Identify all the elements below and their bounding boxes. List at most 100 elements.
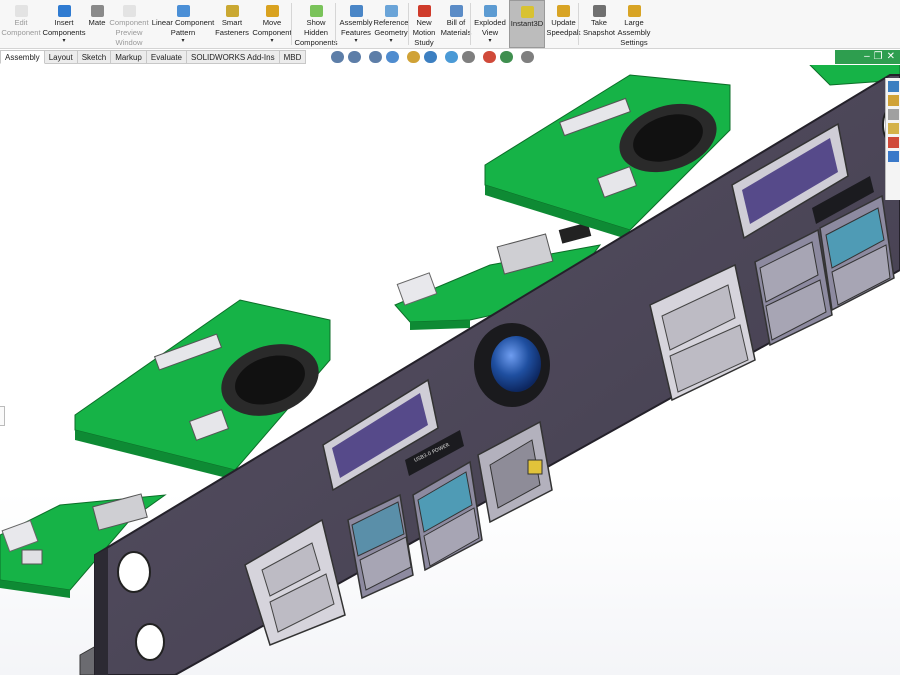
move-component-label-0: Move xyxy=(262,18,282,27)
insert-components-label-1: Components xyxy=(42,28,86,37)
mate-label-0: Mate xyxy=(88,18,106,27)
apply-scene-icon[interactable] xyxy=(500,51,513,63)
component-preview-window-label-0: Component xyxy=(109,18,149,27)
large-assembly-settings-label-0: Large xyxy=(624,18,644,27)
move-component-button[interactable]: Move Component ▾ xyxy=(249,0,295,48)
exploded-view-icon xyxy=(483,5,497,17)
smart-fasteners-button[interactable]: Smart Fasteners xyxy=(215,0,249,48)
dropdown-arrow-icon[interactable]: ▾ xyxy=(488,38,491,44)
insert-components-button[interactable]: Insert Components ▾ xyxy=(42,0,86,48)
assembly-features-icon xyxy=(349,5,363,17)
close-icon[interactable]: ✕ xyxy=(887,52,895,62)
mount-hole-left xyxy=(117,551,151,593)
component-preview-window-button[interactable]: Component Preview Window xyxy=(109,0,149,48)
assembly-features-button[interactable]: Assembly Features ▾ xyxy=(339,0,373,48)
custom-properties-icon[interactable] xyxy=(888,151,899,162)
bill-of-materials-label-0: Bill of xyxy=(446,18,466,27)
large-assembly-settings-button[interactable]: Large Assembly Settings xyxy=(617,0,651,48)
view-settings-icon[interactable] xyxy=(521,51,534,63)
task-pane xyxy=(885,78,900,200)
zoom-to-area-icon[interactable] xyxy=(348,51,361,63)
smart-fasteners-label-0: Smart xyxy=(221,18,243,27)
preview-window-icon xyxy=(122,5,136,17)
tab-sketch[interactable]: Sketch xyxy=(77,50,112,64)
update-speedpak-button[interactable]: Update Speedpak xyxy=(546,0,581,48)
tab-solidworks-add-ins[interactable]: SOLIDWORKS Add-Ins xyxy=(187,50,280,64)
edit-component-button[interactable]: Edit Component xyxy=(0,0,42,48)
assembly-features-label-0: Assembly xyxy=(339,18,373,27)
heads-up-view-toolbar xyxy=(331,51,536,65)
display-style-icon[interactable] xyxy=(445,51,458,63)
take-snapshot-label-0: Take xyxy=(590,18,608,27)
new-motion-study-button[interactable]: New Motion Study xyxy=(410,0,438,48)
edit-appearance-icon[interactable] xyxy=(483,51,496,63)
design-library-icon[interactable] xyxy=(888,95,899,106)
insert-components-icon xyxy=(57,5,71,17)
ribbon-separator xyxy=(335,3,336,45)
window-controls: – ❐ ✕ xyxy=(835,50,900,64)
linear-component-pattern-label-1: Pattern xyxy=(170,28,196,37)
instant3d-icon xyxy=(520,6,534,18)
tab-evaluate[interactable]: Evaluate xyxy=(146,50,188,64)
reference-geometry-button[interactable]: Reference Geometry ▾ xyxy=(372,0,410,48)
zoom-to-fit-icon[interactable] xyxy=(331,51,344,63)
instant3d-label-0: Instant3D xyxy=(510,19,544,28)
ribbon-separator xyxy=(470,3,471,45)
bill-of-materials-icon xyxy=(449,5,463,17)
update-speedpak-label-0: Update xyxy=(551,18,576,27)
previous-view-icon[interactable] xyxy=(369,51,382,63)
exploded-view-label-0: Exploded xyxy=(474,18,506,27)
bill-of-materials-button[interactable]: Bill of Materials xyxy=(440,0,472,48)
restore-icon[interactable]: ❐ xyxy=(874,52,883,62)
new-motion-study-label-2: Study xyxy=(414,38,434,47)
show-hidden-components-label-1: Hidden xyxy=(303,28,329,37)
tab-markup[interactable]: Markup xyxy=(111,50,147,64)
graphics-area[interactable]: USB3.0 POWER xyxy=(0,41,900,676)
show-hidden-components-label-2: Components xyxy=(294,38,338,47)
new-motion-study-label-0: New xyxy=(416,18,432,27)
new-motion-study-label-1: Motion xyxy=(412,28,436,37)
view-palette-icon[interactable] xyxy=(888,123,899,134)
show-hidden-components-button[interactable]: Show Hidden Components xyxy=(294,0,338,48)
dropdown-arrow-icon[interactable]: ▾ xyxy=(181,38,184,44)
dropdown-arrow-icon[interactable]: ▾ xyxy=(270,38,273,44)
large-assembly-icon xyxy=(627,5,641,17)
linear-component-pattern-button[interactable]: Linear Component Pattern ▾ xyxy=(151,0,215,48)
update-speedpak-label-1: Speedpak xyxy=(546,28,581,37)
edit-component-label-0: Edit xyxy=(14,18,28,27)
edit-component-icon xyxy=(14,5,28,17)
speedpak-icon xyxy=(557,5,570,17)
take-snapshot-button[interactable]: Take Snapshot xyxy=(582,0,616,48)
section-view-icon[interactable] xyxy=(386,51,399,63)
minimize-icon[interactable]: – xyxy=(864,52,870,62)
dropdown-arrow-icon[interactable]: ▾ xyxy=(354,38,357,44)
assembly-features-label-1: Features xyxy=(341,28,371,37)
appearances-icon[interactable] xyxy=(888,137,899,148)
tab-mbd[interactable]: MBD xyxy=(279,50,307,64)
linear-component-pattern-label-0: Linear Component xyxy=(151,18,215,27)
dropdown-arrow-icon[interactable]: ▾ xyxy=(389,38,392,44)
instant3d-button[interactable]: Instant3D xyxy=(509,0,545,48)
view-orientation-icon[interactable] xyxy=(424,51,437,63)
solidworks-resources-icon[interactable] xyxy=(888,81,899,92)
command-manager-tabs: Assembly Layout Sketch Markup Evaluate SOLIDW… xyxy=(0,50,307,64)
file-explorer-icon[interactable] xyxy=(888,109,899,120)
power-button[interactable] xyxy=(474,323,550,407)
ribbon-separator xyxy=(578,3,579,45)
hide-show-items-icon[interactable] xyxy=(462,51,475,63)
ribbon-separator xyxy=(408,3,409,45)
tab-assembly[interactable]: Assembly xyxy=(0,50,45,64)
mount-hole-bottom xyxy=(135,623,165,661)
reference-geometry-label-1: Geometry xyxy=(374,28,408,37)
edit-component-label-1: Component xyxy=(1,28,41,37)
exploded-view-button[interactable]: Exploded View ▾ xyxy=(473,0,507,48)
assembly-model[interactable]: USB3.0 POWER xyxy=(0,41,900,676)
dropdown-arrow-icon[interactable]: ▾ xyxy=(62,38,65,44)
mate-button[interactable]: Mate xyxy=(86,0,108,48)
motion-study-icon xyxy=(417,5,431,17)
dynamic-annotation-icon[interactable] xyxy=(407,51,420,63)
reference-geometry-label-0: Reference xyxy=(373,18,409,27)
tab-layout[interactable]: Layout xyxy=(44,50,78,64)
linear-pattern-icon xyxy=(176,5,190,17)
feature-manager-collapse-handle[interactable] xyxy=(0,406,5,426)
